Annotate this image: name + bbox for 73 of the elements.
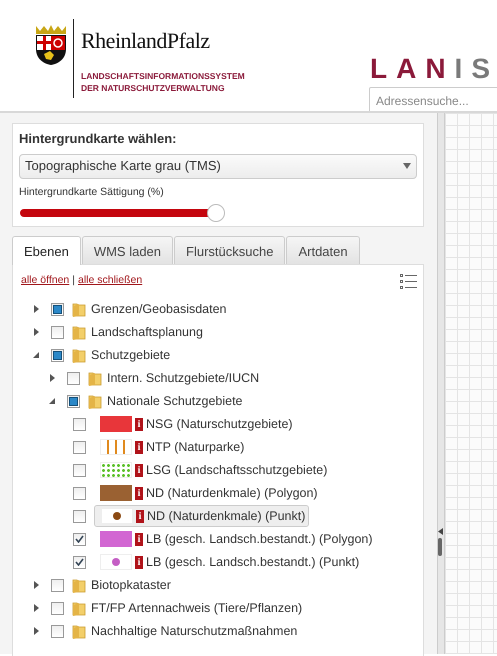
layer-item-highlight[interactable]: i ND (Naturdenkmale) (Punkt) [94, 505, 310, 528]
layer-label[interactable]: ND (Naturdenkmale) (Polygon) [146, 484, 318, 503]
expand-arrow-icon[interactable] [34, 328, 38, 336]
tab[interactable]: Ebenen [12, 236, 81, 265]
basemap-select[interactable]: Topographische Karte grau (TMS) [19, 154, 417, 178]
folder-label[interactable]: Landschaftsplanung [91, 322, 203, 342]
saturation-label: Hintergrundkarte Sättigung (%) [19, 184, 165, 200]
layer-label[interactable]: LSG (Landschaftsschutzgebiete) [146, 460, 328, 480]
info-icon[interactable]: i [135, 440, 143, 454]
layer-checkbox[interactable] [51, 578, 64, 592]
tree-link[interactable]: alle öffnen [21, 273, 70, 289]
info-icon[interactable]: i [135, 464, 143, 477]
folder-icon [72, 623, 86, 640]
expand-arrow-icon[interactable] [34, 604, 38, 612]
folder-label[interactable]: Intern. Schutzgebiete/IUCN [107, 368, 260, 388]
info-icon[interactable]: i [135, 486, 143, 500]
list-view-icon[interactable] [399, 273, 417, 291]
collapse-arrow-icon[interactable] [49, 398, 55, 404]
state-name: RheinlandPfalz [81, 27, 210, 55]
tab[interactable]: Artdaten [286, 236, 360, 264]
folder-label[interactable]: FT/FP Artennachweis (Tiere/Pflanzen) [91, 598, 302, 618]
layer-checkbox[interactable] [51, 624, 64, 638]
collapse-arrow-icon[interactable] [438, 528, 443, 535]
info-icon[interactable]: i [135, 556, 143, 569]
tab[interactable]: WMS laden [82, 236, 174, 264]
layer-checkbox[interactable] [73, 510, 86, 523]
folder-label[interactable]: Biotopkataster [91, 576, 171, 595]
layer-checkbox[interactable] [73, 532, 86, 546]
subtitle: LANDSCHAFTSINFORMATIONSSYSTEM DER NATURSCHUTZVERWALTUNG [81, 70, 245, 94]
tree-link[interactable]: alle schließen [78, 273, 142, 289]
layer-checkbox[interactable] [73, 486, 86, 500]
info-icon[interactable]: i [136, 510, 144, 523]
layer-checkbox[interactable] [73, 440, 86, 454]
folder-icon [88, 370, 102, 386]
layer-checkbox[interactable] [51, 302, 64, 316]
layer-checkbox[interactable] [67, 372, 80, 385]
info-icon[interactable]: i [135, 418, 143, 431]
basemap-label: Hintergrundkarte wählen: [19, 130, 178, 148]
folder-icon [72, 301, 86, 318]
address-search-field[interactable]: Adressensuche... [369, 87, 497, 111]
layer-checkbox[interactable] [51, 326, 64, 339]
dropdown-caret-icon [403, 163, 411, 169]
folder-label[interactable]: Grenzen/Geobasisdaten [91, 300, 227, 319]
layer-label[interactable]: NTP (Naturparke) [146, 438, 244, 457]
layer-label[interactable]: LB (gesch. Landsch.bestandt.) (Punkt) [146, 552, 360, 572]
splitter-handle[interactable] [438, 538, 442, 556]
folder-label[interactable]: Schutzgebiete [91, 346, 170, 365]
layer-checkbox[interactable] [73, 464, 86, 477]
layer-label[interactable]: LB (gesch. Landsch.bestandt.) (Polygon) [146, 530, 373, 549]
layer-checkbox[interactable] [51, 348, 64, 362]
folder-icon [72, 324, 86, 340]
folder-icon [72, 577, 86, 594]
folder-icon [88, 393, 102, 410]
link-separator: | [72, 273, 75, 288]
folder-icon [72, 600, 86, 616]
collapse-arrow-icon[interactable] [33, 352, 39, 358]
layer-checkbox[interactable] [73, 418, 86, 431]
expand-arrow-icon[interactable] [34, 627, 38, 636]
expand-arrow-icon[interactable] [34, 305, 38, 314]
layer-checkbox[interactable] [73, 556, 86, 569]
info-icon[interactable]: i [135, 532, 143, 546]
folder-icon [72, 347, 86, 364]
expand-arrow-icon[interactable] [50, 374, 54, 382]
layer-checkbox[interactable] [67, 394, 80, 408]
layer-label[interactable]: NSG (Naturschutzgebiete) [146, 414, 293, 434]
expand-arrow-icon[interactable] [34, 581, 38, 590]
app-name: LAN IS [370, 52, 497, 86]
tab[interactable]: Flurstücksuche [174, 236, 286, 264]
folder-label[interactable]: Nationale Schutzgebiete [107, 392, 243, 411]
layer-label[interactable]: ND (Naturdenkmale) (Punkt) [147, 506, 306, 526]
layer-checkbox[interactable] [51, 602, 64, 615]
coat-of-arms-icon [34, 24, 68, 66]
folder-label[interactable]: Nachhaltige Naturschutzmaßnahmen [91, 622, 298, 641]
